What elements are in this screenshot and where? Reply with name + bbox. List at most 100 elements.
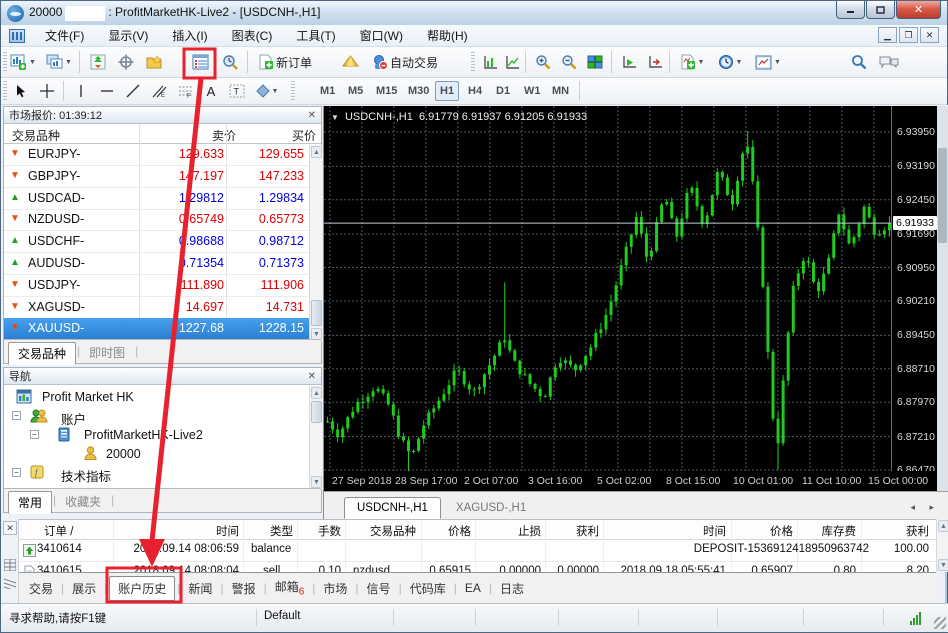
bar-chart-type-button[interactable] — [479, 50, 501, 74]
data-window-button[interactable] — [113, 50, 139, 74]
navigator-button[interactable] — [141, 50, 167, 74]
timeframe-D1[interactable]: D1 — [491, 81, 515, 101]
periods-button[interactable]: ▼ — [713, 50, 747, 74]
toolbar-grip[interactable] — [471, 52, 475, 72]
menu-item-I[interactable]: 插入(I) — [160, 24, 219, 47]
scroll-up-icon[interactable]: ▲ — [311, 146, 322, 158]
tree-node-技术指标[interactable]: −f技术指标 — [4, 464, 304, 483]
menu-item-F[interactable]: 文件(F) — [33, 24, 96, 47]
new-chart-button[interactable]: ▼ — [7, 50, 39, 74]
label-tool-button[interactable]: T — [225, 80, 249, 102]
tree-node-ProfitMarketHK-Live2[interactable]: −ProfitMarketHK-Live2 — [4, 426, 304, 445]
restore-button[interactable] — [866, 1, 895, 19]
market-watch-row-USDCAD-[interactable]: ▲USDCAD-1.298121.29834 — [4, 188, 309, 210]
navigator-tab-2[interactable]: 收藏夹 — [56, 491, 110, 512]
status-profile[interactable]: Default — [264, 610, 300, 622]
close-icon[interactable]: ✕ — [308, 110, 316, 121]
timeframe-MN[interactable]: MN — [547, 81, 574, 101]
menu-item-V[interactable]: 显示(V) — [96, 24, 160, 47]
market-watch-row-XAUUSD-[interactable]: ▼XAUUSD-1227.681228.15 — [4, 318, 309, 340]
scroll-down-icon[interactable]: ▼ — [938, 559, 948, 571]
scroll-up-icon[interactable]: ▲ — [938, 520, 948, 532]
indicators-button[interactable]: ▼ — [675, 50, 709, 74]
menu-item-W[interactable]: 窗口(W) — [348, 24, 415, 47]
close-button[interactable]: ✕ — [896, 1, 941, 19]
terminal-tab-EA[interactable]: EA — [459, 577, 487, 599]
chat-button[interactable] — [875, 50, 903, 74]
fibonacci-tool-button[interactable]: F — [173, 80, 197, 102]
child-restore-button[interactable]: ❐ — [899, 27, 918, 43]
terminal-button[interactable] — [187, 50, 213, 74]
minimize-button[interactable] — [836, 1, 865, 19]
tree-expander-icon[interactable]: − — [12, 468, 21, 477]
terminal-tab-信号[interactable]: 信号 — [361, 576, 397, 601]
terminal-tab-账户历史[interactable]: 账户历史 — [109, 576, 175, 601]
terminal-tab-新闻[interactable]: 新闻 — [182, 576, 218, 601]
market-watch-tab-1[interactable]: 交易品种 — [8, 342, 76, 365]
tree-node-Profit-Market-HK[interactable]: Profit Market HK — [4, 388, 304, 407]
child-close-button[interactable]: ✕ — [920, 27, 939, 43]
toolbar-grip[interactable] — [3, 81, 7, 101]
shapes-tool-button[interactable]: ▼ — [251, 80, 283, 102]
timeframe-M1[interactable]: M1 — [315, 81, 340, 101]
strategy-tester-button[interactable] — [217, 50, 243, 74]
column-ask[interactable]: 买价 — [226, 127, 316, 144]
scroll-down-icon[interactable]: ▼ — [311, 476, 322, 488]
terminal-tab-邮箱[interactable]: 邮箱6 — [269, 574, 311, 601]
terminal-tab-交易[interactable]: 交易 — [23, 576, 59, 601]
terminal-tab-代码库[interactable]: 代码库 — [404, 576, 452, 601]
autotrading-button[interactable]: 自动交易 — [367, 50, 443, 74]
menu-item-T[interactable]: 工具(T) — [284, 24, 347, 47]
column-bid[interactable]: 卖价 — [146, 127, 236, 144]
market-watch-tab-2[interactable]: 即时图 — [80, 342, 134, 363]
timeframe-H4[interactable]: H4 — [463, 81, 487, 101]
auto-scroll-button[interactable] — [617, 50, 641, 74]
history-row-balance[interactable]: 34106142018.09.14 08:06:59balanceDEPOSIT… — [19, 540, 936, 562]
child-minimize-button[interactable]: ▁ — [878, 27, 897, 43]
history-row-closed-order[interactable]: 34106152018.09.14 08:08:04sell0.10nzdusd… — [19, 562, 936, 572]
market-watch-row-USDJPY-[interactable]: ▼USDJPY-111.890111.906 — [4, 275, 309, 297]
terminal-scrollbar[interactable]: ▲ ▼ — [936, 519, 948, 572]
navigator-tab-1[interactable]: 常用 — [8, 491, 52, 514]
market-watch-row-USDCHF-[interactable]: ▲USDCHF-0.986880.98712 — [4, 231, 309, 253]
tree-node-账户[interactable]: −账户 — [4, 407, 304, 426]
crosshair-tool-button[interactable] — [35, 80, 59, 102]
horizontal-line-tool-button[interactable] — [95, 80, 119, 102]
column-symbol[interactable]: 交易品种 — [12, 127, 60, 144]
trendline-tool-button[interactable] — [121, 80, 145, 102]
tree-node-20000[interactable]: 20000 — [4, 445, 304, 464]
chart-tab-2[interactable]: XAGUSD-,H1 — [443, 497, 539, 519]
market-watch-row-AUDUSD-[interactable]: ▲AUDUSD-0.713540.71373 — [4, 253, 309, 275]
terminal-close-button[interactable]: ✕ — [3, 521, 17, 535]
timeframe-W1[interactable]: W1 — [519, 81, 546, 101]
zoom-out-button[interactable] — [557, 50, 581, 74]
templates-button[interactable]: ▼ — [751, 50, 785, 74]
market-watch-row-EURJPY-[interactable]: ▼EURJPY-129.633129.655 — [4, 144, 309, 166]
terminal-tab-日志[interactable]: 日志 — [494, 576, 530, 601]
market-watch-button[interactable] — [85, 50, 111, 74]
market-watch-row-XAGUSD-[interactable]: ▼XAGUSD-14.69714.731 — [4, 297, 309, 319]
scrollbar-thumb[interactable] — [311, 401, 322, 423]
candlestick-chart[interactable] — [324, 106, 891, 471]
menu-item-C[interactable]: 图表(C) — [220, 24, 285, 47]
tile-windows-button[interactable] — [583, 50, 607, 74]
line-chart-type-button[interactable] — [501, 50, 523, 74]
toolbar-grip[interactable] — [291, 81, 295, 101]
chart-right-scrollbar[interactable] — [937, 106, 948, 491]
chart-shift-button[interactable] — [643, 50, 667, 74]
search-button[interactable] — [847, 50, 871, 74]
navigator-scrollbar[interactable]: ▲ ▼ — [309, 386, 322, 489]
close-icon[interactable]: ✕ — [308, 371, 316, 382]
terminal-tab-市场[interactable]: 市场 — [317, 576, 353, 601]
chart-tab-1[interactable]: USDCNH-,H1 — [344, 497, 441, 519]
column-header-12[interactable]: 获利 — [19, 523, 929, 539]
profiles-button[interactable]: ▼ — [43, 50, 75, 74]
metaeditor-button[interactable] — [337, 50, 363, 74]
timeframe-M30[interactable]: M30 — [403, 81, 434, 101]
timeframe-H1[interactable]: H1 — [435, 81, 459, 101]
text-tool-button[interactable]: A — [199, 80, 223, 102]
market-watch-scrollbar[interactable]: ▲ ▼ — [309, 145, 322, 341]
timeframe-M15[interactable]: M15 — [371, 81, 402, 101]
scroll-up-icon[interactable]: ▲ — [311, 387, 322, 399]
vertical-line-tool-button[interactable] — [69, 80, 93, 102]
